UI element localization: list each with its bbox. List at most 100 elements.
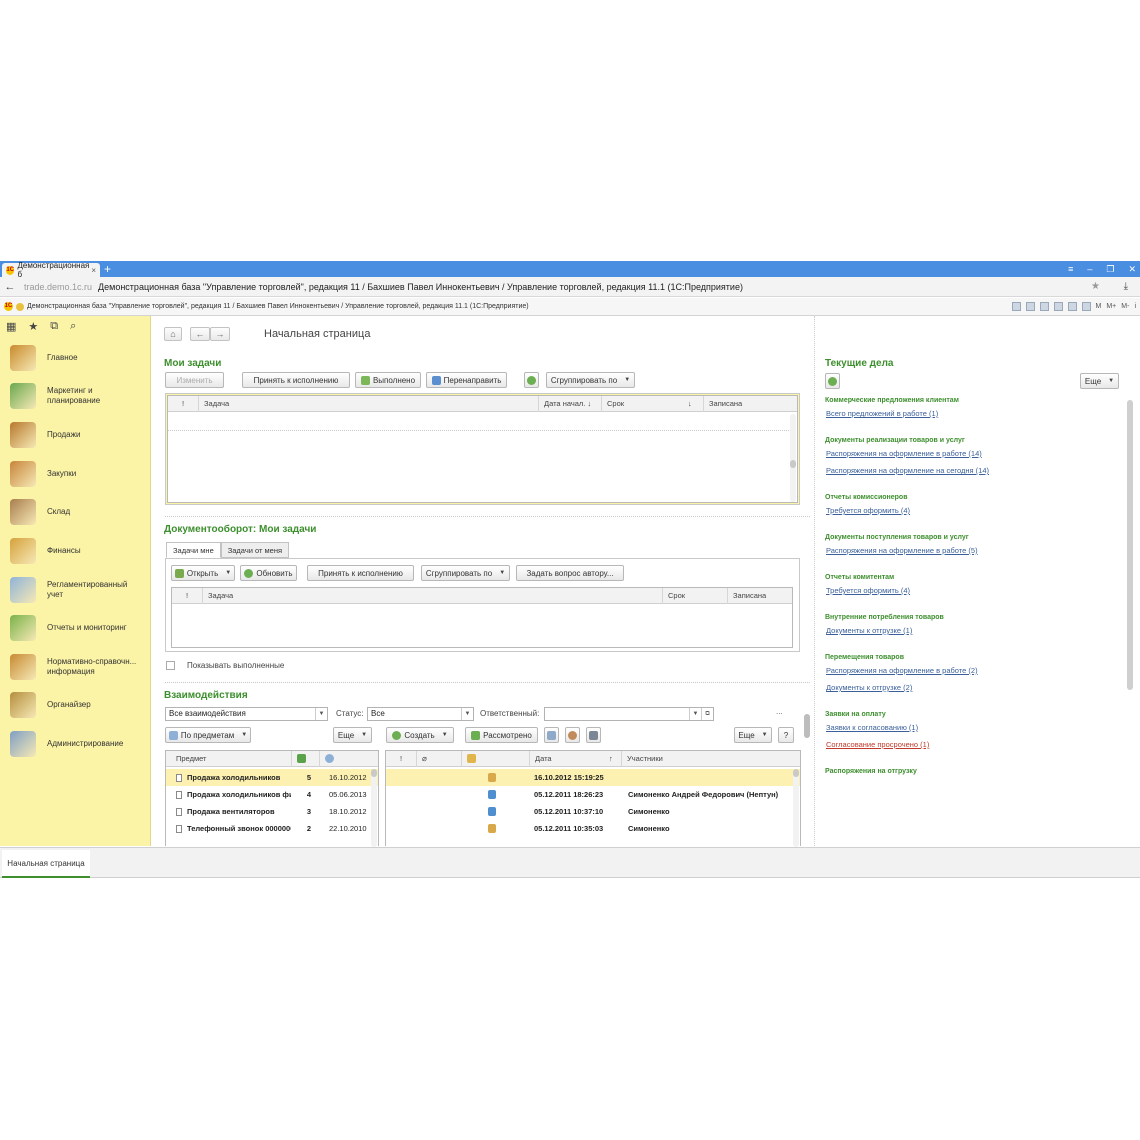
ask-author-button[interactable]: Задать вопрос автору... [516,565,624,581]
col-start-date[interactable]: Дата начал. ↓ [538,396,601,412]
col-task[interactable]: Задача [202,588,662,604]
sidebar-item[interactable]: Склад [0,494,150,530]
current-tasks-link[interactable]: Распоряжения на оформление в работе (14) [826,449,982,458]
current-tasks-refresh-icon[interactable] [825,373,840,389]
help-icon[interactable]: ? [778,727,794,743]
doc-accept-button[interactable]: Принять к исполнению [307,565,414,581]
sidebar-item[interactable]: Закупки [0,456,150,492]
sidebar-item[interactable]: Нормативно-справочн... информация [0,649,150,685]
memory-m-button[interactable]: M [1096,303,1102,310]
current-tasks-link[interactable]: Требуется оформить (4) [826,586,910,595]
doc-group-by-button[interactable]: Сгруппировать по ▼ [421,565,510,581]
current-tasks-link[interactable]: Документы к отгрузке (1) [826,626,912,635]
browser-tab[interactable]: 1С Демонстрационная б × [2,261,100,279]
restore-icon[interactable]: ❐ [1106,264,1114,275]
refresh-icon[interactable] [524,372,539,388]
subjects-table[interactable]: Предмет Продажа холодильников 5 16.10.2012… [165,750,379,847]
current-tasks-link[interactable]: Документы к отгрузке (2) [826,683,912,692]
info-icon[interactable]: i [1134,303,1136,310]
col-subject[interactable]: Предмет [166,751,291,767]
accept-task-button[interactable]: Принять к исполнению [242,372,350,388]
current-tasks-link[interactable]: Согласование просрочено (1) [826,740,929,749]
attach-doc-icon[interactable] [544,727,559,743]
sidebar-item[interactable]: Органайзер [0,687,150,723]
filter-brush-icon[interactable] [586,727,601,743]
current-tasks-link[interactable]: Требуется оформить (4) [826,506,910,515]
memory-plus-button[interactable]: M+ [1106,303,1116,310]
current-tasks-more-button[interactable]: Еще ▼ [1080,373,1119,389]
col-type-icon[interactable] [461,751,529,767]
interactions-filter-select[interactable]: Все взаимодействия ▼ [165,707,328,721]
responsible-field[interactable]: ▼ ⧉ [544,707,714,721]
save-icon[interactable] [1011,302,1021,311]
bookmark-star-icon[interactable]: ★ [1091,281,1100,292]
current-tasks-link[interactable]: Распоряжения на оформление на сегодня (1… [826,466,989,475]
subject-row[interactable]: Продажа холодильников фирь 4 05.06.2013 [166,786,378,803]
by-subject-button[interactable]: По предметам ▼ [165,727,251,743]
address-bar[interactable]: ← trade.demo.1c.ru Демонстрационная база… [0,277,1140,297]
subjects-scroll-thumb[interactable] [371,769,377,777]
current-tasks-link[interactable]: Всего предложений в работе (1) [826,409,938,418]
subject-row[interactable]: Продажа холодильников 5 16.10.2012 [166,769,378,786]
copy-icon[interactable] [1039,302,1049,311]
close-window-icon[interactable]: ✕ [1128,264,1136,275]
chevron-down-icon[interactable]: ▼ [315,708,327,720]
my-tasks-scroll-thumb[interactable] [790,460,796,468]
history-icon[interactable]: ⧉ [50,320,58,333]
nav-forward-icon[interactable]: → [210,327,230,341]
search-icon[interactable]: ⌕ [70,320,76,333]
col-deadline[interactable]: Срок [662,588,727,604]
app-menu-icon[interactable] [16,302,24,311]
show-done-checkbox[interactable] [166,661,175,670]
current-tasks-link[interactable]: Заявки к согласованию (1) [826,723,918,732]
calendar-icon[interactable] [1067,302,1077,311]
interaction-row[interactable]: 05.12.2011 10:37:10 Симоненко [386,803,800,820]
tab-close-icon[interactable]: × [91,266,96,275]
subjects-scrollbar[interactable] [371,769,377,847]
left-more-button[interactable]: Еще ▼ [333,727,372,743]
status-select[interactable]: Все ▼ [367,707,474,721]
col-attachment-icon[interactable]: ⌀ [416,751,461,767]
redirect-button[interactable]: Перенаправить [426,372,507,388]
current-tasks-scrollbar[interactable] [1127,400,1133,690]
current-tasks-link[interactable]: Распоряжения на оформление в работе (5) [826,546,978,555]
col-count-icon[interactable] [291,751,319,767]
interactions-table[interactable]: ! ⌀ Дата ↑ Участники 16.10.2012 15:19:25… [385,750,801,847]
col-importance[interactable]: ! [386,751,416,767]
apps-grid-icon[interactable]: ▦ [6,320,16,333]
calculator-icon[interactable] [1081,302,1091,311]
back-arrow-icon[interactable]: ← [0,281,20,293]
create-button[interactable]: Создать ▼ [386,727,454,743]
col-date-sort[interactable]: ↑ [604,751,621,767]
subject-row[interactable]: Продажа вентиляторов 3 18.10.2012 [166,803,378,820]
col-recorded[interactable]: Записана [727,588,793,604]
menu-icon[interactable]: ≡ [1068,264,1073,274]
download-icon[interactable]: ⤓ [1124,281,1128,292]
more-dots-icon[interactable]: ... [776,707,783,716]
print-icon[interactable] [1025,302,1035,311]
my-tasks-table[interactable]: ! Задача Дата начал. ↓ Срок ↓ Записана [167,395,798,503]
my-tasks-scrollbar[interactable] [790,414,796,502]
memory-minus-button[interactable]: M- [1121,303,1129,310]
col-participants[interactable]: Участники [621,751,791,767]
col-importance[interactable]: ! [168,396,198,412]
chevron-down-icon[interactable]: ▼ [689,708,701,720]
current-tasks-link[interactable]: Распоряжения на оформление в работе (2) [826,666,978,675]
group-by-button[interactable]: Сгруппировать по ▼ [546,372,635,388]
col-date-icon[interactable] [319,751,369,767]
open-button[interactable]: Открыть ▼ [171,565,235,581]
sidebar-item[interactable]: Администрирование [0,726,150,762]
sidebar-item[interactable]: Отчеты и мониторинг [0,610,150,646]
minimize-icon[interactable]: – [1087,264,1092,274]
sidebar-item[interactable]: Продажи [0,417,150,453]
refresh-button[interactable]: Обновить [240,565,297,581]
interaction-row[interactable]: 05.12.2011 10:35:03 Симоненко [386,820,800,837]
favorites-star-icon[interactable]: ★ [28,320,38,333]
doc-tasks-table[interactable]: ! Задача Срок Записана [171,587,793,648]
chevron-down-icon[interactable]: ▼ [461,708,473,720]
col-date[interactable]: Дата [529,751,604,767]
col-sort-arrow[interactable]: ↓ [683,396,703,412]
col-deadline[interactable]: Срок [601,396,683,412]
nav-back-icon[interactable]: ← [190,327,210,341]
sidebar-item[interactable]: Регламентированный учет [0,572,150,608]
